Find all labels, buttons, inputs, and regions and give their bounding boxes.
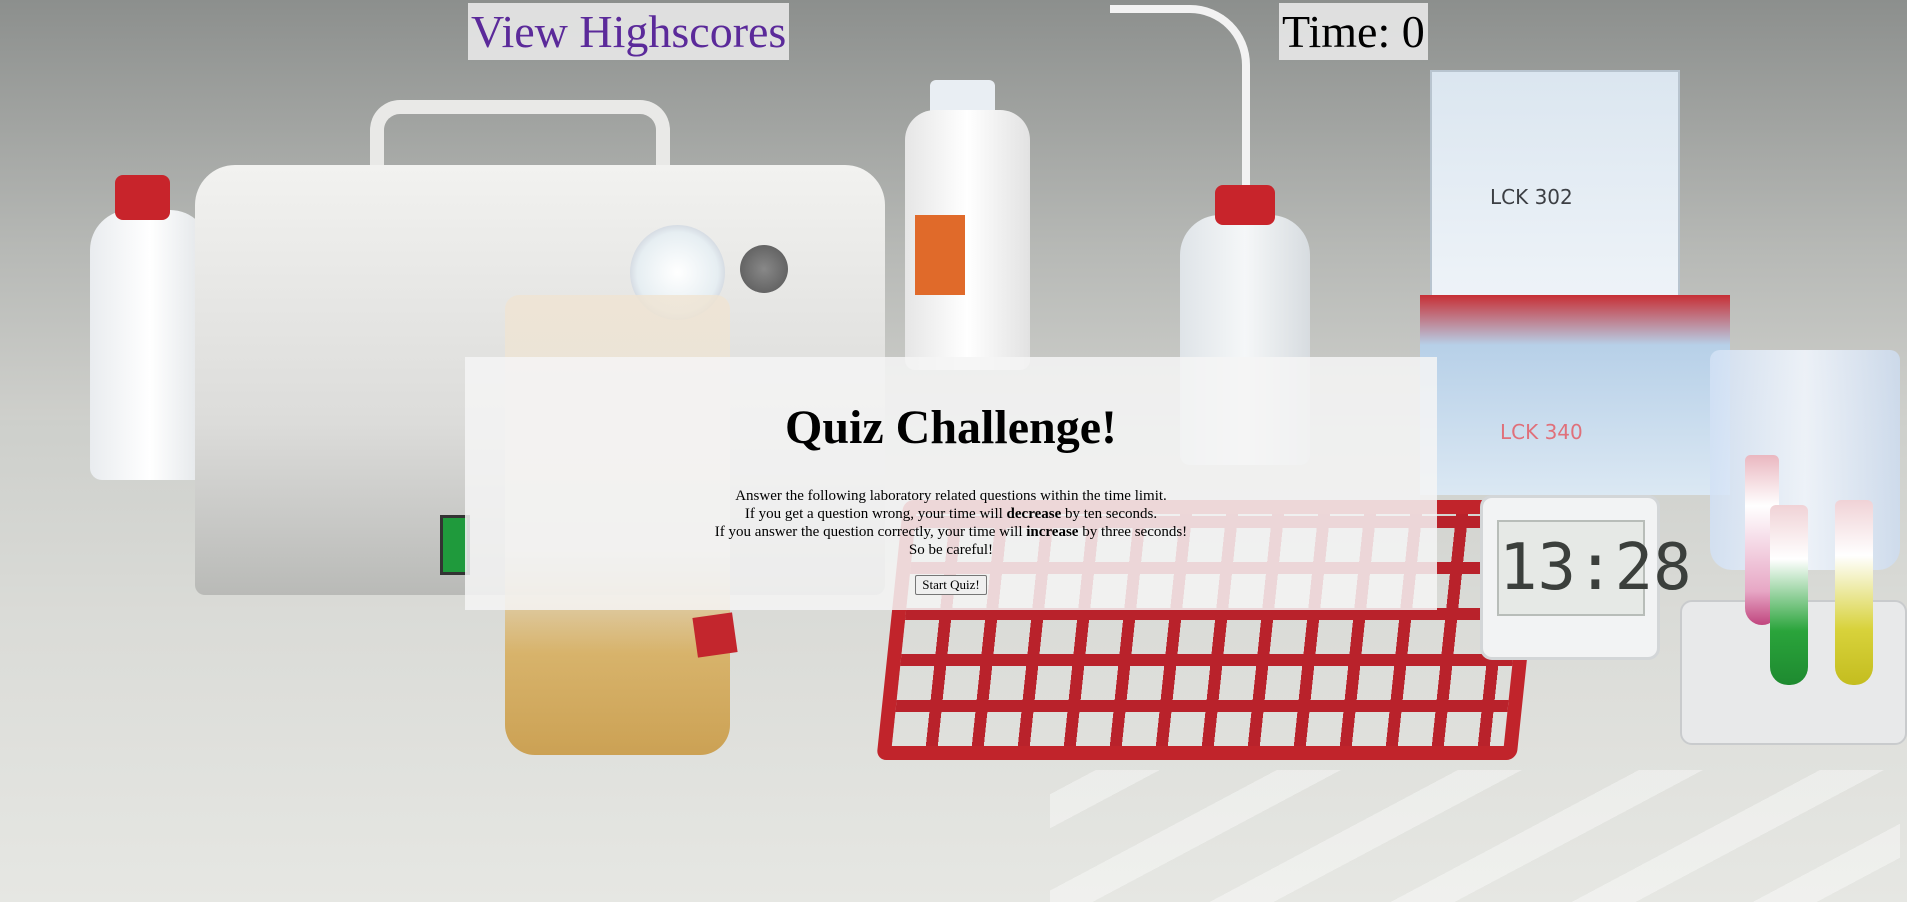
instruction-line: Answer the following laboratory related … [735, 488, 1167, 504]
instruction-line: So be careful! [908, 542, 994, 558]
view-highscores-link[interactable]: View Highscores [468, 3, 790, 60]
light-reflection [1050, 770, 1900, 902]
timer-display: Time: 0 [1279, 3, 1428, 60]
plastic-bottle [90, 210, 210, 480]
instruction-line: If you answer the question correctly, yo… [714, 524, 1188, 540]
lab-timer-readout: 13:28 [1497, 520, 1692, 616]
increase-emphasis: increase [1026, 524, 1079, 540]
quiz-title: Quiz Challenge! [785, 401, 1117, 454]
beaker-label [692, 612, 738, 658]
quiz-instructions: Answer the following laboratory related … [465, 487, 1437, 559]
test-tube-yellow [1835, 500, 1873, 685]
test-kit-box-label: LCK 302 [1490, 185, 1573, 209]
start-quiz-button[interactable]: Start Quiz! [915, 575, 987, 595]
test-tube-green [1770, 505, 1808, 685]
wash-bottle-tube [1110, 5, 1250, 205]
decrease-emphasis: decrease [1006, 506, 1062, 522]
wash-bottle-cap [1215, 185, 1275, 225]
test-kit-box-2 [1420, 295, 1730, 495]
timer-label: Time: [1282, 6, 1391, 57]
timer-value: 0 [1401, 6, 1425, 57]
test-kit-box-2-label: LCK 340 [1500, 420, 1583, 444]
pump-knob [740, 245, 788, 293]
quiz-intro-card: Quiz Challenge! Answer the following lab… [465, 357, 1437, 610]
instruction-line: If you get a question wrong, your time w… [744, 506, 1158, 522]
bottle-cap [115, 175, 170, 220]
reagent-bottle-label [915, 215, 965, 295]
